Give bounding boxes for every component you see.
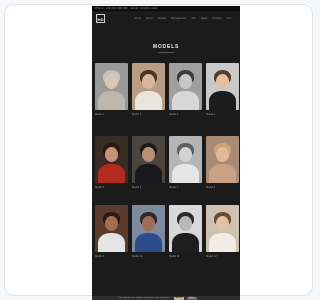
cookie-text: This website uses cookies to improve you…: [118, 297, 172, 299]
photo-body: [135, 164, 162, 183]
model-photo[interactable]: [132, 205, 165, 252]
model-name[interactable]: Model 10: [132, 255, 165, 258]
nav-item-cart[interactable]: Cart: [226, 17, 231, 21]
photo-body: [172, 233, 199, 252]
model-name[interactable]: Model 7: [169, 186, 202, 189]
model-photo[interactable]: [132, 63, 165, 110]
model-name[interactable]: Model 6: [132, 186, 165, 189]
photo-body: [98, 233, 125, 252]
model-name[interactable]: Model 5: [95, 186, 128, 189]
photo-face: [216, 147, 229, 162]
photo-face: [142, 147, 155, 162]
model-card[interactable]: Model 9: [95, 205, 128, 258]
model-photo[interactable]: [206, 205, 239, 252]
contact-topbar: Phone: +44 000 000 000 · Email: info@mod…: [92, 6, 240, 11]
photo-face: [105, 216, 118, 231]
website-screenshot: Phone: +44 000 000 000 · Email: info@mod…: [92, 6, 240, 300]
model-name[interactable]: Model 8: [206, 186, 239, 189]
model-card[interactable]: Model 2: [132, 63, 165, 116]
nav-item-about[interactable]: About: [146, 17, 153, 21]
photo-body: [209, 91, 236, 110]
title-divider: [158, 52, 174, 53]
model-name[interactable]: Model 3: [169, 113, 202, 116]
nav-item-home[interactable]: Home: [134, 17, 141, 21]
model-card[interactable]: Model 12: [206, 205, 239, 258]
model-name[interactable]: Model 11: [169, 255, 202, 258]
nav-item-contact[interactable]: Contact: [212, 17, 221, 21]
model-card[interactable]: Model 11: [169, 205, 202, 258]
model-photo[interactable]: [206, 63, 239, 110]
photo-body: [172, 91, 199, 110]
photo-body: [135, 233, 162, 252]
model-name[interactable]: Model 12: [206, 255, 239, 258]
photo-body: [135, 91, 162, 110]
model-name[interactable]: Model 1: [95, 113, 128, 116]
nav-item-models[interactable]: Models: [158, 17, 166, 21]
model-photo[interactable]: [169, 63, 202, 110]
model-name[interactable]: Model 2: [132, 113, 165, 116]
model-name[interactable]: Model 9: [95, 255, 128, 258]
nav-item-news[interactable]: News: [201, 17, 208, 21]
photo-face: [105, 147, 118, 162]
model-card[interactable]: Model 7: [169, 136, 202, 189]
photo-face: [105, 74, 118, 89]
photo-body: [172, 164, 199, 183]
photo-face: [179, 216, 192, 231]
model-photo[interactable]: [206, 136, 239, 183]
model-name[interactable]: Model 4: [206, 113, 239, 116]
photo-body: [209, 164, 236, 183]
model-card[interactable]: Model 4: [206, 63, 239, 116]
nav-item-management[interactable]: Management: [171, 17, 186, 21]
model-photo[interactable]: [95, 136, 128, 183]
cookie-bar: This website uses cookies to improve you…: [92, 296, 240, 300]
photo-face: [216, 216, 229, 231]
photo-body: [98, 91, 125, 110]
site-logo[interactable]: MD: [96, 14, 105, 23]
model-photo[interactable]: [169, 136, 202, 183]
model-card[interactable]: Model 3: [169, 63, 202, 116]
photo-face: [179, 74, 192, 89]
model-photo[interactable]: [95, 205, 128, 252]
model-card[interactable]: Model 8: [206, 136, 239, 189]
photo-face: [142, 74, 155, 89]
model-photo[interactable]: [169, 205, 202, 252]
model-photo[interactable]: [95, 63, 128, 110]
nav-item-join[interactable]: Join: [191, 17, 196, 21]
photo-face: [142, 216, 155, 231]
photo-face: [179, 147, 192, 162]
photo-face: [216, 74, 229, 89]
photo-body: [98, 164, 125, 183]
model-card[interactable]: Model 6: [132, 136, 165, 189]
model-card[interactable]: Model 5: [95, 136, 128, 189]
model-card[interactable]: Model 1: [95, 63, 128, 116]
cookie-accept-button[interactable]: Accept: [174, 296, 185, 300]
cookie-reject-button[interactable]: Reject: [187, 296, 197, 300]
page-title: MODELS: [152, 44, 180, 50]
photo-body: [209, 233, 236, 252]
model-card[interactable]: Model 10: [132, 205, 165, 258]
model-photo[interactable]: [132, 136, 165, 183]
main-nav: Home About Models Management Join News Contact…: [134, 17, 231, 21]
